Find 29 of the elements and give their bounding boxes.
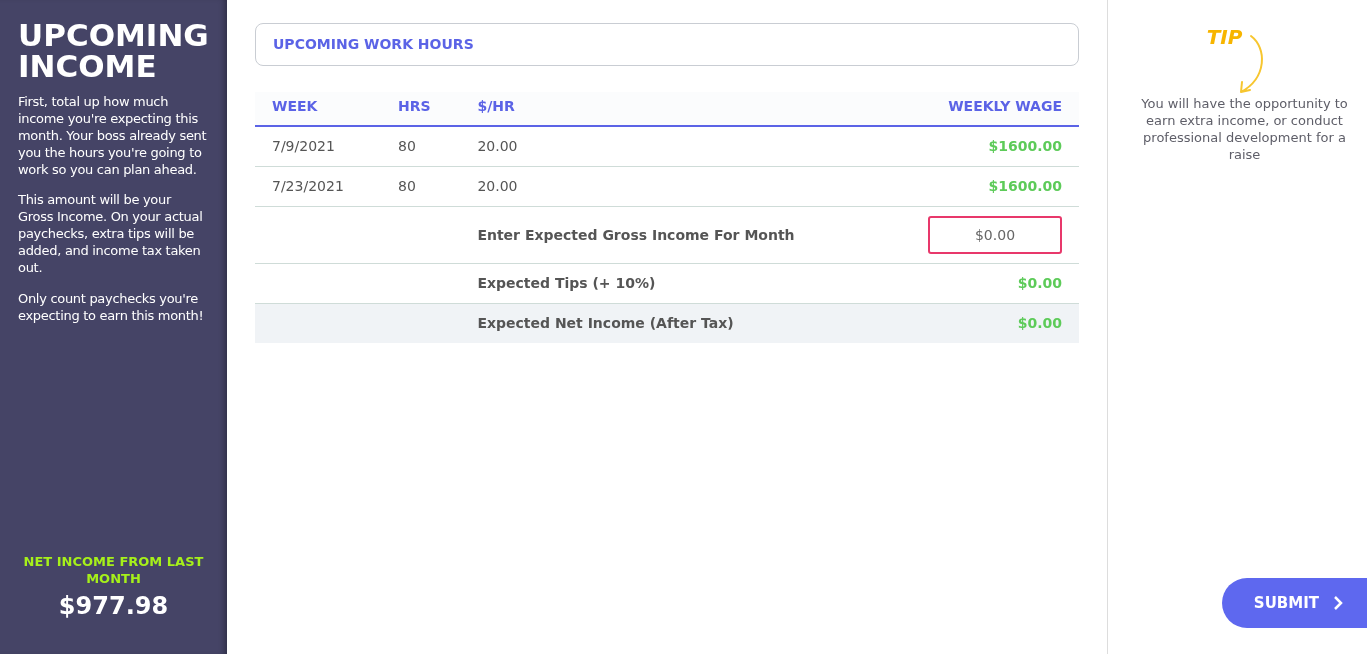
column-header: $/HR bbox=[460, 92, 879, 126]
summary-value: $0.00 bbox=[878, 263, 1079, 304]
table-cell: 80 bbox=[381, 166, 461, 207]
chevron-right-icon bbox=[1333, 595, 1343, 610]
submit-button[interactable]: SUBMIT bbox=[1221, 577, 1367, 628]
column-header: WEEK bbox=[255, 92, 382, 126]
instruction-text: First, total up how much income you're expecting this month. Your boss already sent you the hours you're going to work so you can plan ahead. bbox=[18, 94, 208, 179]
net-income-value: $977.98 bbox=[57, 591, 170, 622]
sidebar-title: UPCOMING INCOME bbox=[18, 20, 209, 82]
section-title: UPCOMING WORK HOURS bbox=[255, 23, 1079, 66]
tip-text: You will have the opportunity to earn extra income, or conduct professional development for a raise bbox=[1140, 96, 1349, 164]
table-cell: 7/23/2021 bbox=[255, 166, 382, 207]
gross-income-input[interactable]: $0.00 bbox=[928, 216, 1062, 254]
summary-value: $0.00 bbox=[878, 303, 1079, 343]
table-cell: 20.00 bbox=[460, 126, 879, 167]
summary-label: Enter Expected Gross Income For Month bbox=[460, 206, 879, 264]
net-income-label: NET INCOME FROM LAST MONTH bbox=[22, 554, 205, 588]
summary-label: Expected Tips (+ 10%) bbox=[460, 263, 879, 304]
column-header: HRS bbox=[381, 92, 461, 126]
wage-cell: $1600.00 bbox=[878, 166, 1079, 207]
tip-heading: TIP bbox=[1206, 24, 1243, 51]
summary-label: Expected Net Income (After Tax) bbox=[460, 303, 879, 343]
column-header: WEEKLY WAGE bbox=[878, 92, 1079, 126]
table-cell: 80 bbox=[381, 126, 461, 167]
wage-cell: $1600.00 bbox=[878, 126, 1079, 167]
instruction-text: This amount will be your Gross Income. On your actual paychecks, extra tips will be added, and income tax taken out. bbox=[18, 192, 204, 277]
table-cell: 20.00 bbox=[460, 166, 879, 207]
instruction-text: Only count paychecks you're expecting to earn this month! bbox=[18, 290, 205, 325]
table-cell: 7/9/2021 bbox=[255, 126, 382, 167]
